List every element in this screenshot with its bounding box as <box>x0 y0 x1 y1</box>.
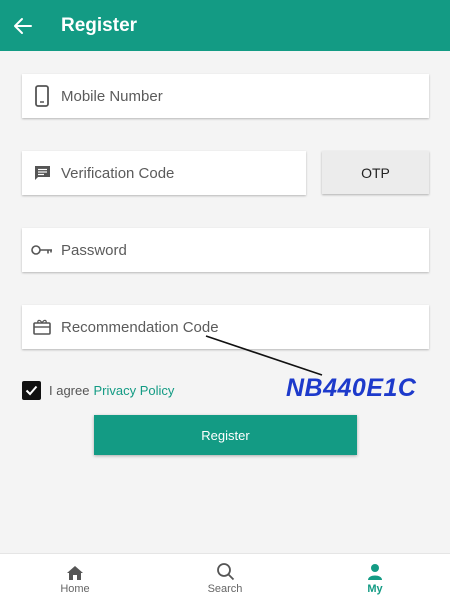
nav-item-home[interactable]: Home <box>0 554 150 600</box>
person-icon <box>367 559 383 581</box>
annotation-pointer-line <box>205 335 323 376</box>
home-icon <box>66 559 84 581</box>
nav-item-search[interactable]: Search <box>150 554 300 600</box>
nav-item-my[interactable]: My <box>300 554 450 600</box>
register-button[interactable]: Register <box>94 415 357 455</box>
nav-label-search: Search <box>207 583 243 595</box>
search-icon <box>216 559 235 581</box>
annotation-code: NB440E1C <box>286 374 417 402</box>
bottom-navigation: Home Search My <box>0 553 450 600</box>
nav-label-home: Home <box>60 583 90 595</box>
nav-label-my: My <box>367 583 383 595</box>
